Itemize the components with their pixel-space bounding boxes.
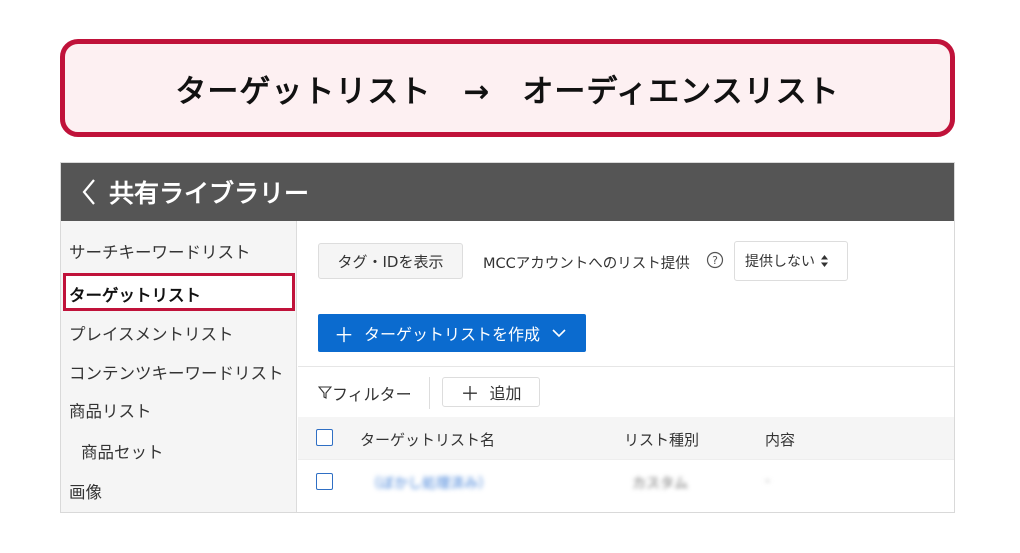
filter-icon bbox=[317, 384, 333, 403]
plus-icon: ＋ bbox=[460, 382, 480, 405]
mcc-provision-select[interactable]: 提供しない bbox=[734, 241, 848, 281]
app-header: 共有ライブラリー bbox=[61, 163, 954, 221]
row-checkbox[interactable] bbox=[316, 473, 333, 490]
svg-text:?: ? bbox=[712, 254, 718, 267]
column-header-name[interactable]: ターゲットリスト名 bbox=[360, 429, 495, 450]
chevron-down-icon bbox=[552, 328, 566, 338]
title-banner: ターゲットリスト → オーディエンスリスト bbox=[60, 39, 955, 137]
filter-label: フィルター bbox=[332, 385, 412, 404]
sidebar-item-content-keyword-list[interactable]: コンテンツキーワードリスト bbox=[69, 360, 284, 384]
create-target-list-label: ターゲットリストを作成 bbox=[364, 325, 541, 344]
column-header-content[interactable]: 内容 bbox=[765, 429, 795, 450]
sidebar-item-placement-list[interactable]: プレイスメントリスト bbox=[69, 321, 234, 345]
table-row: （ぼかし処理済み） カスタム - bbox=[298, 459, 954, 505]
filter-divider bbox=[429, 377, 430, 409]
show-tags-ids-button[interactable]: タグ・IDを表示 bbox=[318, 243, 463, 279]
page-title: 共有ライブラリー bbox=[109, 179, 310, 208]
column-header-type[interactable]: リスト種別 bbox=[624, 429, 699, 450]
create-target-list-button[interactable]: ＋ ターゲットリストを作成 bbox=[318, 314, 586, 352]
mcc-list-provision-label: MCCアカウントへのリスト提供 bbox=[483, 256, 690, 272]
mcc-provision-select-value: 提供しない bbox=[745, 254, 815, 270]
add-filter-label: 追加 bbox=[489, 384, 522, 403]
sidebar: サーチキーワードリスト ターゲットリスト プレイスメントリスト コンテンツキーワ… bbox=[61, 221, 297, 512]
filter-button[interactable]: フィルター bbox=[317, 381, 412, 405]
banner-text: ターゲットリスト → オーディエンスリスト bbox=[175, 73, 840, 110]
main-content: タグ・IDを表示 MCCアカウントへのリスト提供 ? 提供しない ＋ ターゲット… bbox=[298, 221, 954, 512]
list-content-cell: - bbox=[765, 473, 771, 489]
filter-bar: フィルター ＋ 追加 bbox=[298, 366, 954, 416]
sidebar-item-images[interactable]: 画像 bbox=[69, 479, 102, 503]
add-filter-button[interactable]: ＋ 追加 bbox=[442, 377, 540, 407]
table-header: ターゲットリスト名 リスト種別 内容 bbox=[298, 417, 954, 459]
plus-icon: ＋ bbox=[334, 322, 354, 347]
sort-arrows-icon bbox=[820, 254, 829, 268]
list-name-link[interactable]: （ぼかし処理済み） bbox=[366, 473, 492, 493]
shared-library-panel: 共有ライブラリー サーチキーワードリスト ターゲットリスト プレイスメントリスト… bbox=[60, 162, 955, 513]
list-type-cell: カスタム bbox=[632, 476, 688, 492]
sidebar-item-search-keyword-list[interactable]: サーチキーワードリスト bbox=[69, 239, 251, 263]
chevron-left-icon[interactable] bbox=[75, 172, 103, 212]
sidebar-item-product-set[interactable]: 商品セット bbox=[81, 439, 164, 463]
sidebar-item-target-list[interactable]: ターゲットリスト bbox=[69, 282, 201, 306]
sidebar-item-product-list[interactable]: 商品リスト bbox=[69, 398, 152, 422]
question-circle-icon[interactable]: ? bbox=[706, 251, 724, 269]
select-all-checkbox[interactable] bbox=[316, 429, 333, 446]
